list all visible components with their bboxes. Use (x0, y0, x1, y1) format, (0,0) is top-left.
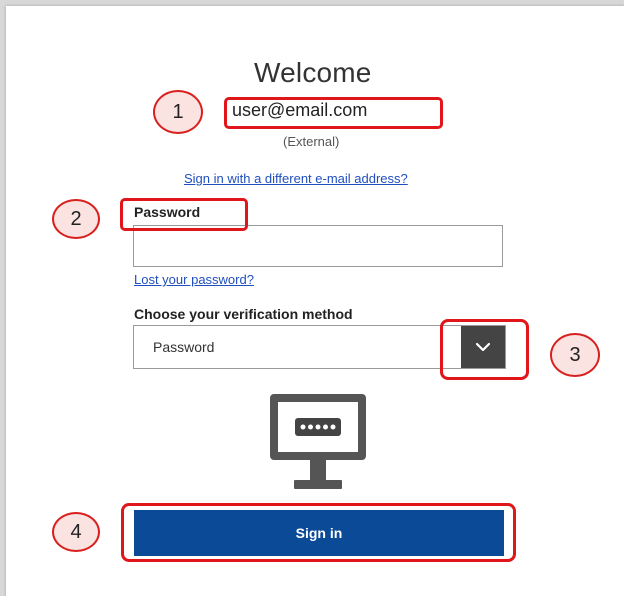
highlight-dropdown-toggle (440, 319, 529, 380)
annotation-marker-1: 1 (153, 90, 203, 134)
verification-method-label: Choose your verification method (134, 306, 353, 322)
annotation-marker-2: 2 (52, 199, 100, 239)
verification-method-value: Password (153, 339, 215, 355)
page-title: Welcome (254, 57, 372, 88)
highlight-password-label (120, 198, 248, 231)
highlight-email (224, 97, 443, 129)
password-field[interactable] (133, 225, 503, 267)
lost-password-link[interactable]: Lost your password? (134, 272, 254, 287)
annotation-marker-3: 3 (550, 333, 600, 377)
highlight-sign-in (121, 503, 516, 562)
account-type-label: (External) (283, 134, 340, 149)
different-email-link[interactable]: Sign in with a different e-mail address? (184, 171, 408, 186)
monitor-password-icon (270, 394, 366, 489)
annotation-marker-4: 4 (52, 512, 100, 552)
